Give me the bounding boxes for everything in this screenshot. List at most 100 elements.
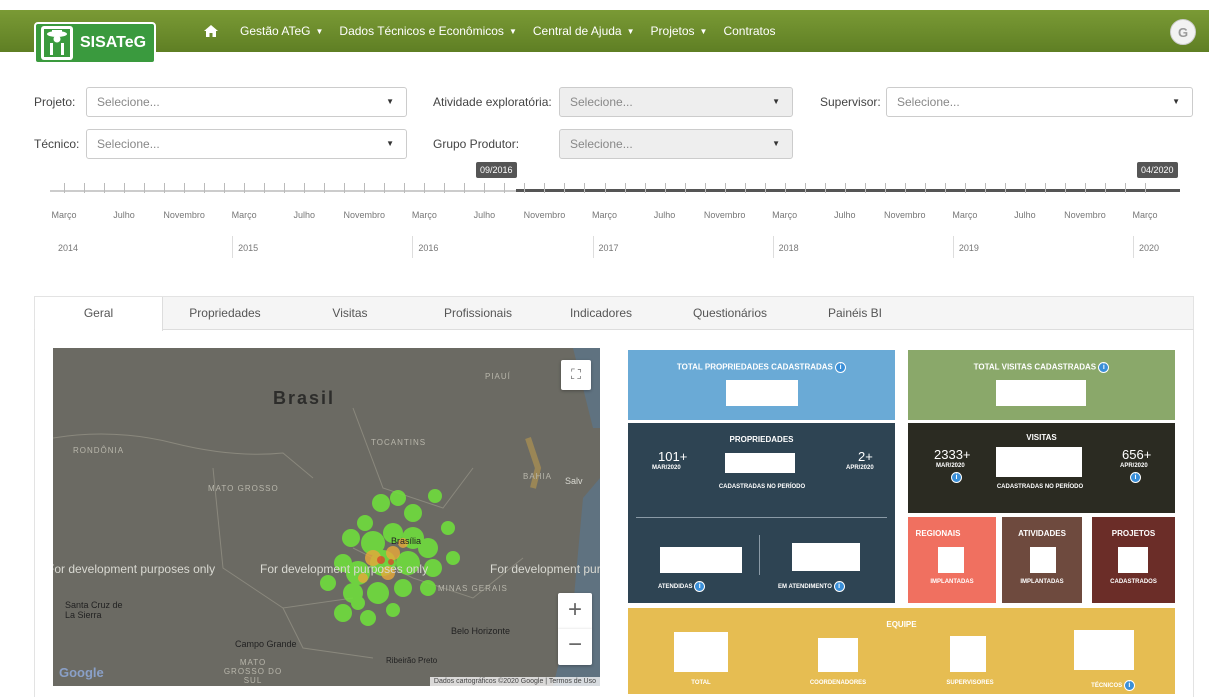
timeline-year-label: 2014 xyxy=(58,243,79,253)
timeline-tick xyxy=(864,183,866,193)
value-box xyxy=(996,380,1086,406)
caret-down-icon: ▼ xyxy=(772,97,780,106)
info-icon[interactable]: i xyxy=(835,362,847,373)
atividade-select[interactable]: Selecione... ▼ xyxy=(559,87,793,117)
menu-dados-tecnicos[interactable]: Dados Técnicos e Econômicos ▼ xyxy=(331,24,524,38)
supervisor-select[interactable]: Selecione... ▼ xyxy=(886,87,1193,117)
timeline-tick xyxy=(764,183,766,193)
timeline-tick xyxy=(644,183,646,193)
timeline-tick xyxy=(544,183,546,193)
zoom-in-button[interactable]: + xyxy=(558,593,592,629)
map-city-brasilia: Brasília xyxy=(391,536,422,546)
info-icon[interactable]: i xyxy=(1130,472,1141,483)
card-projetos: PROJETOS CADASTRADOS xyxy=(1092,517,1175,603)
timeline-month-label: Março xyxy=(231,210,257,220)
user-avatar[interactable]: G xyxy=(1170,19,1196,45)
card-title: VISITAS xyxy=(1026,433,1057,442)
timeline-month-label: Março xyxy=(411,210,437,220)
timeline-month-label: Julho xyxy=(833,210,856,220)
caret-down-icon: ▼ xyxy=(699,26,708,36)
info-icon[interactable]: i xyxy=(833,581,845,592)
timeline-tick xyxy=(244,183,246,193)
fullscreen-icon: ⛶ xyxy=(571,366,581,382)
value-box xyxy=(660,547,742,573)
info-icon[interactable]: i xyxy=(1098,362,1110,373)
menu-label: Projetos xyxy=(650,24,695,38)
menu-label: Dados Técnicos e Econômicos xyxy=(339,24,504,38)
card-title: ATIVIDADES xyxy=(1018,529,1066,538)
timeline-tick xyxy=(504,183,506,193)
timeline-tick xyxy=(884,183,886,193)
em-atendimento-caption: EM ATENDIMENTO i xyxy=(778,581,845,592)
timeline-month-label: Novembro xyxy=(343,210,386,220)
timeline-tick xyxy=(824,183,826,193)
home-link[interactable] xyxy=(196,25,232,37)
tab-propriedades[interactable]: Propriedades xyxy=(165,297,285,330)
timeline-tick xyxy=(984,183,986,193)
menu-contratos[interactable]: Contratos xyxy=(715,24,783,38)
fullscreen-button[interactable]: ⛶ xyxy=(561,360,591,390)
timeline-month-label: Novembro xyxy=(703,210,746,220)
map-city-santa-cruz: Santa Cruz de La Sierra xyxy=(65,600,123,620)
info-icon[interactable]: i xyxy=(951,472,962,483)
prop-right-value: 2+ xyxy=(858,449,873,464)
timeline-month-label: Julho xyxy=(1014,210,1036,220)
timeline-tick xyxy=(64,183,65,193)
card-visitas: VISITAS 2333+ MAR/2020 i CADASTRADAS NO … xyxy=(908,423,1175,513)
tab-indicadores[interactable]: Indicadores xyxy=(551,297,651,330)
menu-gestao-ateg[interactable]: Gestão ATeG ▼ xyxy=(232,24,331,38)
projeto-select[interactable]: Selecione... ▼ xyxy=(86,87,407,117)
timeline-tick xyxy=(1064,183,1066,193)
timeline-tick xyxy=(564,183,566,193)
divider xyxy=(636,517,887,518)
timeline-tick xyxy=(924,183,926,193)
timeline-start-handle[interactable]: 09/2016 xyxy=(476,162,517,178)
tab-paineis-bi[interactable]: Painéis BI xyxy=(805,297,905,330)
timeline-year-label: 2016 xyxy=(418,243,439,253)
grupo-select[interactable]: Selecione... ▼ xyxy=(559,129,793,159)
equipe-sup-caption: SUPERVISORES xyxy=(946,680,994,686)
zoom-out-button[interactable]: − xyxy=(558,629,592,665)
menu-projetos[interactable]: Projetos ▼ xyxy=(643,24,716,38)
prop-right-date: APR/2020 xyxy=(846,465,874,471)
brand-logo[interactable]: SISATeG xyxy=(34,22,156,64)
tab-geral[interactable]: Geral xyxy=(35,297,163,331)
tab-profissionais[interactable]: Profissionais xyxy=(423,297,533,330)
timeline-tick xyxy=(744,183,746,193)
menu-label: Central de Ajuda xyxy=(532,24,622,38)
plus-icon: + xyxy=(567,596,582,623)
timeline-month-label: Novembro xyxy=(163,210,205,220)
value-box xyxy=(1118,547,1148,573)
timeline-selected-range[interactable] xyxy=(516,189,1180,192)
timeline-month-label: Março xyxy=(1132,210,1158,220)
info-icon[interactable]: i xyxy=(1123,680,1135,691)
timeline-tick xyxy=(204,183,206,193)
tab-questionarios[interactable]: Questionários xyxy=(675,297,785,330)
map-credits[interactable]: Dados cartográficos ©2020 Google | Termo… xyxy=(429,677,600,686)
menu-label: Gestão ATeG xyxy=(240,24,311,38)
value-box xyxy=(674,632,728,672)
vis-right-date: APR/2020 xyxy=(1120,463,1148,469)
timeline-tick xyxy=(1145,183,1146,193)
value-box xyxy=(1030,547,1056,573)
timeline-tick xyxy=(624,183,626,193)
menu-central-ajuda[interactable]: Central de Ajuda ▼ xyxy=(525,24,643,38)
timeline-year-label: 2020 xyxy=(1139,243,1160,253)
projeto-label: Projeto: xyxy=(34,95,76,109)
timeline-tick xyxy=(424,183,426,193)
timeline-tick xyxy=(324,183,326,193)
tecnico-select[interactable]: Selecione... ▼ xyxy=(86,129,407,159)
timeline-year-divider xyxy=(592,236,594,258)
info-icon[interactable]: i xyxy=(694,581,706,592)
timeline-month-label: Março xyxy=(952,210,978,220)
map-city-campo-grande: Campo Grande xyxy=(235,639,297,649)
timeline-tick xyxy=(84,183,86,193)
heatmap-map[interactable]: PIAUÍ Brasil RONDÔNIA TOCANTINS MATO GRO… xyxy=(53,348,600,686)
timeline-tick xyxy=(464,183,466,193)
timeline-tick xyxy=(1024,183,1026,193)
timeline-end-handle[interactable]: 04/2020 xyxy=(1137,162,1178,178)
timeline-tick xyxy=(144,183,146,193)
timeline-year-divider xyxy=(412,236,414,258)
value-box xyxy=(1074,630,1134,670)
tab-visitas[interactable]: Visitas xyxy=(295,297,405,330)
